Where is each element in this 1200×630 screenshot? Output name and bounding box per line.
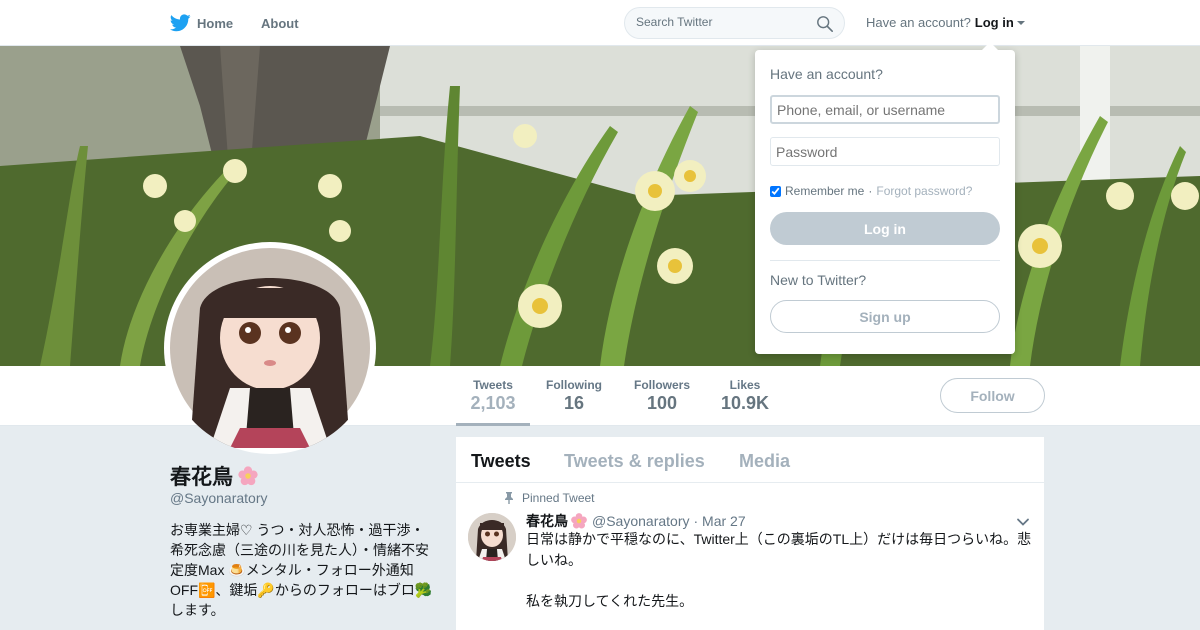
search-input[interactable] [636, 15, 806, 29]
stat-label: Following [546, 378, 602, 392]
tweet-avatar-image [468, 513, 516, 561]
stat-value: 16 [563, 393, 585, 413]
follow-button[interactable]: Follow [940, 378, 1045, 413]
tweet-author[interactable]: 春花鳥 [526, 511, 588, 531]
tab-media[interactable]: Media [739, 451, 790, 472]
search-box [624, 7, 845, 39]
chevron-down-icon[interactable] [1016, 515, 1030, 529]
stat-value: 10.9K [720, 393, 770, 413]
caret-down-icon [1016, 20, 1025, 25]
timeline: Tweets Tweets & replies Media Pinned Twe… [456, 437, 1044, 630]
new-to-twitter-text: New to Twitter? [770, 272, 867, 288]
have-account-text: Have an account? [866, 15, 971, 30]
login-dropdown: Have an account? Remember me · Forgot pa… [755, 42, 1015, 354]
stat-followers[interactable]: Followers 100 [633, 378, 691, 414]
divider [770, 260, 1000, 261]
pinned-tweet-label: Pinned Tweet [504, 491, 595, 505]
twitter-bird-icon [170, 14, 191, 32]
tab-tweets[interactable]: Tweets [471, 451, 531, 472]
account-prompt: Have an account? Log in [866, 15, 1025, 30]
remember-me-checkbox[interactable] [770, 185, 781, 197]
tweet-author-name: 春花鳥 [526, 513, 568, 529]
login-toggle-label: Log in [974, 15, 1014, 30]
stat-label: Followers [633, 378, 690, 392]
tweet-paragraph: 私を執刀してくれた先生。 [526, 593, 694, 609]
username-field[interactable] [770, 95, 1000, 124]
forgot-password-link[interactable]: Forgot password? [876, 184, 972, 198]
top-nav: Home About Have an account? Log in [0, 0, 1200, 46]
stat-label: Likes [729, 378, 761, 392]
stat-likes[interactable]: Likes 10.9K [720, 378, 770, 414]
avatar-image [170, 248, 370, 448]
login-dropdown-toggle[interactable]: Log in [975, 15, 1025, 30]
stat-following[interactable]: Following 16 [545, 378, 603, 414]
profile-handle[interactable]: @Sayonaratory [170, 490, 267, 506]
flower-icon [571, 513, 587, 529]
profile-name: 春花鳥 [170, 461, 259, 491]
tweet-date[interactable]: · Mar 27 [693, 513, 745, 529]
remember-me-label[interactable]: Remember me [785, 184, 864, 198]
tab-tweets-replies[interactable]: Tweets & replies [564, 451, 705, 472]
stat-tweets[interactable]: Tweets 2,103 [470, 378, 516, 414]
profile-bio: お専業主婦♡ うつ・対人恐怖・過干渉・希死念慮（三途の川を見た人）・情緒不安定度… [170, 522, 433, 618]
remember-row: Remember me · Forgot password? [770, 184, 972, 198]
nav-home-link[interactable]: Home [170, 12, 233, 34]
about-label: About [261, 15, 299, 31]
tweet-text: 日常は静かで平穏なのに、Twitter上（この裏垢のTL上）だけは毎日つらいね。… [526, 529, 1036, 612]
pin-icon [505, 492, 513, 504]
signup-button[interactable]: Sign up [770, 300, 1000, 333]
search-icon[interactable] [816, 15, 834, 33]
profile-name-text: 春花鳥 [170, 466, 233, 489]
login-button[interactable]: Log in [770, 212, 1000, 245]
stat-value: 100 [646, 393, 678, 413]
profile-avatar[interactable] [164, 242, 376, 454]
pinned-text: Pinned Tweet [522, 491, 595, 505]
stat-label: Tweets [473, 378, 513, 392]
tweet-paragraph: 日常は静かで平穏なのに、Twitter上（この裏垢のTL上）だけは毎日つらいね。… [526, 531, 1032, 568]
tweet-header: 春花鳥 @Sayonaratory · Mar 27 [526, 511, 746, 531]
tweet-avatar[interactable] [468, 513, 516, 561]
timeline-tabs: Tweets Tweets & replies Media [456, 437, 1044, 483]
password-field[interactable] [770, 137, 1000, 166]
nav-about-link[interactable]: About [261, 12, 299, 34]
separator: · [868, 184, 873, 198]
dropdown-title: Have an account? [770, 66, 883, 82]
tweet-handle[interactable]: @Sayonaratory [592, 513, 689, 529]
flower-icon [238, 466, 258, 486]
active-stat-underline [456, 423, 530, 426]
home-label: Home [197, 15, 234, 31]
stat-value: 2,103 [470, 393, 516, 413]
